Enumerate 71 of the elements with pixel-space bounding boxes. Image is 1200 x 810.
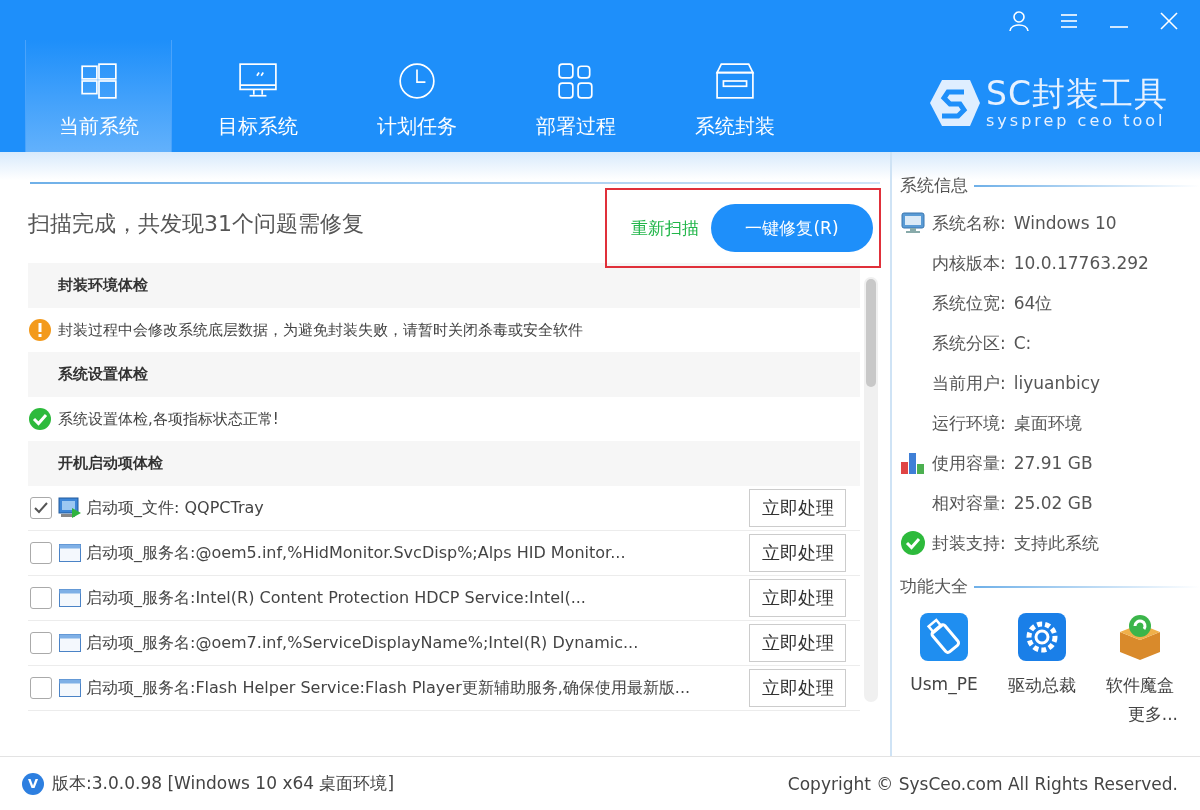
process-button[interactable]: 立即处理 [749, 534, 846, 572]
checkbox[interactable] [30, 632, 52, 654]
process-button[interactable]: 立即处理 [749, 669, 846, 707]
process-button[interactable]: 立即处理 [749, 489, 846, 527]
windows-logo-icon [78, 61, 119, 101]
logo-icon [928, 78, 980, 128]
usb-drive-icon [919, 612, 969, 662]
more-link[interactable]: 更多... [1127, 703, 1178, 726]
scan-summary: 扫描完成，共发现31个问题需修复 [28, 209, 364, 238]
startup-item: 启动项_文件: QQPCTray [86, 497, 265, 519]
window-icon [58, 632, 82, 654]
window-icon [58, 587, 82, 609]
info-label: 当前用户: [932, 371, 1006, 395]
startup-item: 启动项_服务名:@oem7.inf,%ServiceDisplayName%;Intel(R) Dynamic... [86, 632, 640, 654]
close-icon[interactable] [1158, 10, 1180, 32]
warning-icon [28, 318, 52, 342]
checkbox[interactable] [30, 677, 52, 699]
info-label: 内核版本: [932, 251, 1006, 275]
section-header: 封装环境体检 [28, 263, 860, 308]
info-value: C: [1013, 333, 1032, 353]
section-title: 系统信息 [900, 174, 968, 197]
logo-title: SC封装工具 [986, 76, 1168, 112]
startup-item: 启动项_服务名:@oem5.inf,%HidMonitor.SvcDisp%;Alps HID Monitor... [86, 542, 627, 564]
tool-shortcut[interactable]: Usm_PE [900, 612, 988, 697]
checkmark-icon [33, 500, 49, 516]
copyright-text: Copyright © SysCeo.com All Rights Reserved. [787, 773, 1178, 794]
info-label: 系统位宽: [932, 291, 1006, 315]
bar-chart-icon [900, 450, 926, 476]
checkbox[interactable] [30, 587, 52, 609]
info-value: 桌面环境 [1013, 411, 1082, 435]
checkbox[interactable] [30, 497, 52, 519]
process-button[interactable]: 立即处理 [749, 579, 846, 617]
window-icon [58, 677, 82, 699]
checkbox[interactable] [30, 542, 52, 564]
info-label: 封装支持: [932, 531, 1006, 555]
section-title: 功能大全 [900, 575, 968, 598]
check-icon [900, 530, 926, 556]
drawer-icon [714, 61, 755, 101]
status-message: 系统设置体检,各项指标状态正常! [58, 409, 279, 429]
version-text: 版本:3.0.0.98 [Windows 10 x64 桌面环境] [52, 772, 395, 795]
info-label: 系统分区: [932, 331, 1006, 355]
window-icon [58, 542, 82, 564]
info-value: 支持此系统 [1013, 531, 1099, 555]
logo-subtitle: sysprep ceo tool [986, 112, 1167, 130]
startup-item: 启动项_服务名:Intel(R) Content Protection HDCP Service:Intel(... [86, 587, 587, 609]
process-button[interactable]: 立即处理 [749, 624, 846, 662]
info-label: 相对容量: [932, 491, 1006, 515]
program-icon [58, 497, 82, 519]
scrollbar[interactable] [864, 277, 878, 702]
info-value: Windows 10 [1013, 213, 1117, 233]
version-icon: V [22, 772, 44, 795]
tool-shortcut[interactable]: 驱动总裁 [998, 612, 1086, 697]
info-value: 10.0.17763.292 [1013, 253, 1149, 273]
info-label: 系统名称: [932, 211, 1006, 235]
info-label: 使用容量: [932, 451, 1006, 475]
monitor-icon [900, 210, 926, 236]
info-value: liyuanbicy [1013, 373, 1101, 393]
section-header: 系统设置体检 [28, 352, 860, 397]
section-header: 开机启动项体检 [28, 441, 860, 486]
grid-icon [555, 61, 596, 101]
warning-message: 封装过程中会修改系统底层数据，为避免封装失败，请暂时关闭杀毒或安全软件 [58, 320, 583, 340]
info-value: 27.91 GB [1013, 453, 1093, 473]
tool-shortcut[interactable]: 软件魔盒 [1096, 612, 1184, 697]
user-icon[interactable] [1008, 10, 1030, 32]
gear-icon [1017, 612, 1067, 662]
startup-item: 启动项_服务名:Flash Helper Service:Flash Player更新辅助服务,确保使用最新版... [86, 677, 692, 699]
info-value: 64位 [1013, 291, 1053, 315]
clock-icon [396, 61, 437, 101]
info-label: 运行环境: [932, 411, 1006, 435]
check-icon [28, 407, 52, 431]
info-value: 25.02 GB [1013, 493, 1093, 513]
